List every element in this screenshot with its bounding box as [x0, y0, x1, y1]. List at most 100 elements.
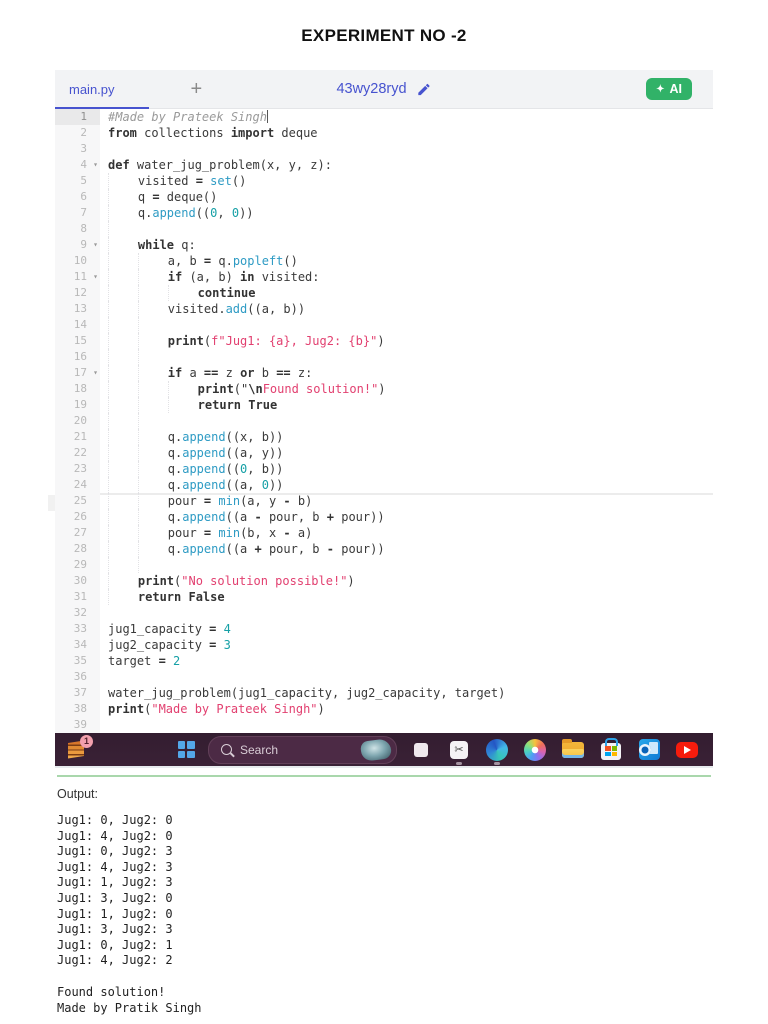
code-line[interactable]: 36 [55, 669, 713, 685]
editor-screenshot: main.py + 43wy28ryd ✦ AI 1 #Made by Prate… [48, 70, 713, 733]
taskbar: 1 Search ✂ [55, 733, 713, 768]
code-line[interactable]: 12 continue [55, 285, 713, 301]
code-line[interactable]: 37 water_jug_problem(jug1_capacity, jug2_… [55, 685, 713, 701]
task-view-button[interactable] [409, 738, 433, 762]
code-line[interactable]: 10 a, b = q.popleft() [55, 253, 713, 269]
code-line[interactable]: 27 pour = min(b, x - a) [55, 525, 713, 541]
youtube-button[interactable] [675, 738, 699, 762]
edge-browser-button[interactable] [485, 738, 509, 762]
line-number: 22 [55, 445, 100, 461]
code-line[interactable]: 3 [55, 141, 713, 157]
code-line[interactable]: 15 print(f"Jug1: {a}, Jug2: {b}") [55, 333, 713, 349]
code-line[interactable]: 17 ▾ if a == z or b == z: [55, 365, 713, 381]
fold-arrow-icon[interactable]: ▾ [93, 157, 98, 173]
line-number: 30 [55, 573, 100, 589]
line-number: 29 [55, 557, 100, 573]
line-number: 11 ▾ [55, 269, 100, 285]
task-view-icon [410, 738, 428, 757]
scissors-icon: ✂ [450, 740, 468, 759]
line-number: 33 [55, 621, 100, 637]
file-explorer-button[interactable] [561, 738, 585, 762]
output-footer: Found solution! Made by Pratik Singh [57, 985, 202, 1015]
code-line[interactable]: 16 [55, 349, 713, 365]
fold-arrow-icon[interactable]: ▾ [93, 269, 98, 285]
code-line[interactable]: 21 q.append((x, b)) [55, 429, 713, 445]
code-line[interactable]: 24 q.append((a, 0)) [55, 477, 713, 493]
line-number: 13 [55, 301, 100, 317]
line-number: 15 [55, 333, 100, 349]
code-line[interactable]: 13 visited.add((a, b)) [55, 301, 713, 317]
line-number: 21 [55, 429, 100, 445]
line-number: 4 ▾ [55, 157, 100, 173]
ai-button[interactable]: ✦ AI [646, 78, 692, 100]
copilot-button[interactable] [523, 738, 547, 762]
fold-arrow-icon[interactable]: ▾ [93, 237, 98, 253]
code-line[interactable]: 2 from collections import deque [55, 125, 713, 141]
edge-icon [486, 738, 508, 761]
code-line[interactable]: 9 ▾ while q: [55, 237, 713, 253]
pencil-icon[interactable] [417, 82, 432, 97]
new-tab-button[interactable]: + [191, 78, 203, 101]
line-number: 18 [55, 381, 100, 397]
code-line[interactable]: 11 ▾ if (a, b) in visited: [55, 269, 713, 285]
code-editor[interactable]: 1 #Made by Prateek Singh 2 from collections… [48, 109, 713, 733]
line-number: 5 [55, 173, 100, 189]
line-number: 9 ▾ [55, 237, 100, 253]
line-number: 12 [55, 285, 100, 301]
output-text: Jug1: 0, Jug2: 0 Jug1: 4, Jug2: 0 Jug1: … [57, 813, 173, 968]
code-line[interactable]: 33 jug1_capacity = 4 [55, 621, 713, 637]
line-number: 32 [55, 605, 100, 621]
outlook-button[interactable] [637, 738, 661, 762]
pinned-app-icon[interactable]: 1 [64, 734, 93, 762]
code-line[interactable]: 29 [55, 557, 713, 573]
bing-daily-image [359, 737, 393, 762]
start-button[interactable] [174, 738, 198, 762]
code-line[interactable]: 8 [55, 221, 713, 237]
line-number: 34 [55, 637, 100, 653]
code-line[interactable]: 32 [55, 605, 713, 621]
page-title: EXPERIMENT NO -2 [301, 26, 467, 45]
microsoft-store-button[interactable] [599, 737, 623, 762]
folder-icon [562, 738, 584, 758]
code-line[interactable]: 22 q.append((a, y)) [55, 445, 713, 461]
search-box[interactable]: Search [208, 735, 397, 764]
line-number: 19 [55, 397, 100, 413]
taskbar-icons: ✂ [409, 737, 713, 762]
code-line[interactable]: 25 pour = min(a, y - b) [48, 493, 713, 511]
code-line[interactable]: 6q = deque() [55, 189, 713, 205]
code-line[interactable]: 18 print("\nFound solution!") [55, 381, 713, 397]
line-number: 27 [55, 525, 100, 541]
tab-label: main.py [69, 81, 115, 97]
code-line[interactable]: 39 [55, 717, 713, 733]
code-line[interactable]: 20 [55, 413, 713, 429]
code-line[interactable]: 5 visited = set() [55, 173, 713, 189]
tab-main-py[interactable]: main.py [55, 70, 149, 109]
code-line[interactable]: 26 q.append((a - pour, b + pour)) [55, 509, 713, 525]
code-line[interactable]: 34 jug2_capacity = 3 [55, 637, 713, 653]
line-number: 24 [55, 477, 100, 493]
line-number: 2 [55, 125, 100, 141]
snipping-tool-button[interactable]: ✂ [447, 738, 471, 762]
project-name-group: 43wy28ryd [336, 81, 431, 97]
code-line[interactable]: 23 q.append((0, b)) [55, 461, 713, 477]
code-line[interactable]: 7 q.append((0, 0)) [55, 205, 713, 221]
youtube-play-icon [676, 741, 698, 758]
sparkle-icon: ✦ [656, 83, 665, 95]
code-line[interactable]: 14 [55, 317, 713, 333]
line-number: 28 [55, 541, 100, 557]
code-line[interactable]: 30 print("No solution possible!") [55, 573, 713, 589]
green-separator [57, 775, 711, 777]
search-icon [221, 744, 232, 755]
code-line[interactable]: 35 target = 2 [55, 653, 713, 669]
code-line[interactable]: 31 return False [55, 589, 713, 605]
code-line[interactable]: 19 return True [55, 397, 713, 413]
ai-button-label: AI [669, 82, 683, 96]
fold-arrow-icon[interactable]: ▾ [93, 365, 98, 381]
line-number: 35 [55, 653, 100, 669]
line-number: 10 [55, 253, 100, 269]
code-line[interactable]: 1 #Made by Prateek Singh [55, 109, 713, 125]
code-line[interactable]: 28 q.append((a + pour, b - pour)) [55, 541, 713, 557]
line-number: 20 [55, 413, 100, 429]
code-line[interactable]: 4 ▾ def water_jug_problem(x, y, z): [55, 157, 713, 173]
code-line[interactable]: 38 print("Made by Prateek Singh") [55, 701, 713, 717]
